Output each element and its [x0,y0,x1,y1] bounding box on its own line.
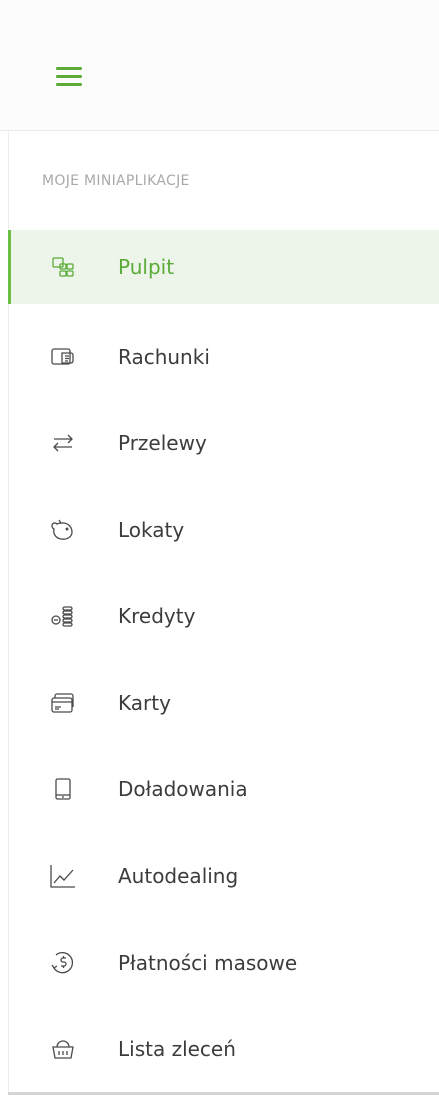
sidebar-item-autodealing[interactable]: Autodealing [8,839,439,913]
sidebar-item-label: Przelewy [118,431,207,455]
wallet-icon [48,342,78,372]
sidebar-item-label: Doładowania [118,777,248,801]
hamburger-icon[interactable] [52,63,98,93]
top-bar [0,0,439,131]
sidebar-item-lokaty[interactable]: Lokaty [8,493,439,567]
sidebar-item-rachunki[interactable]: Rachunki [8,320,439,394]
sidebar-item-lista-zlecen[interactable]: Lista zleceń [8,1012,439,1086]
sidebar-item-karty[interactable]: Karty [8,666,439,740]
sidebar-item-label: Karty [118,691,171,715]
sidebar-item-label: Pulpit [118,255,175,279]
phone-icon [48,774,78,804]
piggy-bank-icon [48,515,78,545]
transfer-arrows-icon [48,428,78,458]
bottom-divider [8,1092,439,1095]
sidebar-item-label: Lista zleceń [118,1037,236,1061]
sidebar-item-label: Rachunki [118,345,210,369]
sidebar-item-doladowania[interactable]: Doładowania [8,752,439,826]
sidebar-item-label: Autodealing [118,864,239,888]
sidebar-item-kredyty[interactable]: Kredyty [8,579,439,653]
sidebar-item-przelewy[interactable]: Przelewy [8,406,439,480]
sidebar-item-label: Kredyty [118,604,196,628]
sidebar-item-platnosci-masowe[interactable]: Płatności masowe [8,926,439,1000]
sidebar-item-label: Lokaty [118,518,185,542]
sidebar-item-label: Płatności masowe [118,951,298,975]
coins-stack-icon [48,601,78,631]
chart-line-icon [48,861,78,891]
sidebar-item-pulpit[interactable]: Pulpit [8,230,439,304]
dollar-coin-icon [48,948,78,978]
cards-icon [48,688,78,718]
dashboard-icon [48,252,78,282]
basket-icon [48,1034,78,1064]
section-label: MOJE MINIAPLIKACJE [42,173,190,189]
